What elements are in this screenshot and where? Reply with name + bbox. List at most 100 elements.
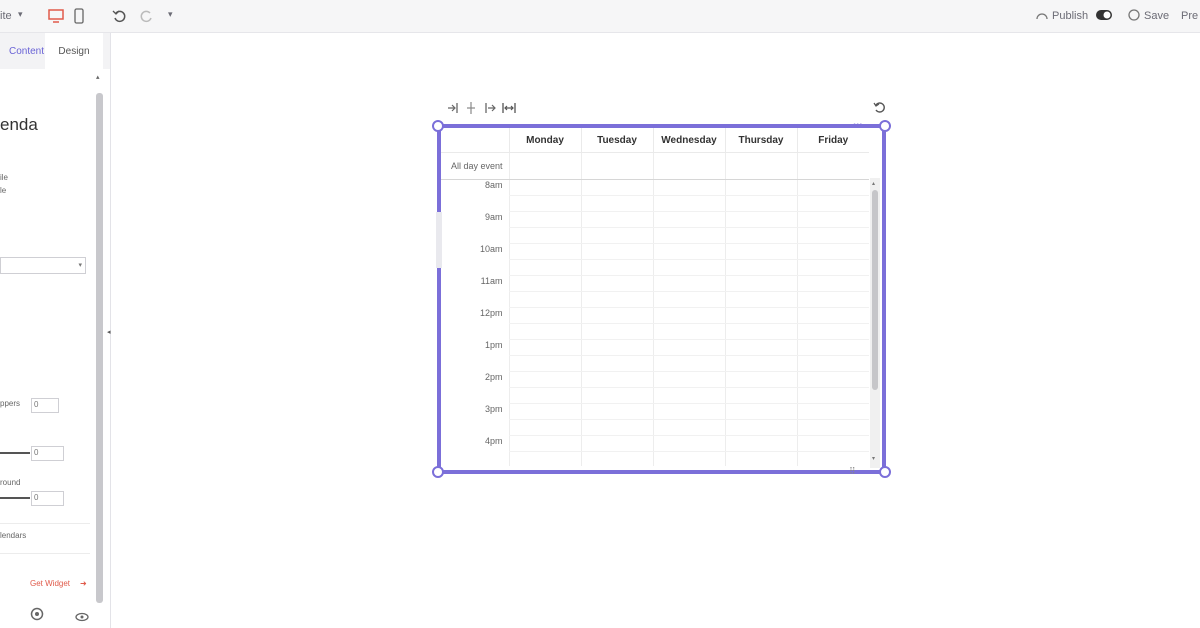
layers-icon[interactable] — [30, 607, 46, 623]
time-slot[interactable] — [580, 195, 653, 212]
eye-icon[interactable] — [75, 609, 91, 622]
time-slot[interactable] — [796, 339, 869, 356]
resize-handle-bottom-right[interactable] — [879, 466, 891, 478]
resize-handle-bottom-left[interactable] — [432, 466, 444, 478]
collapse-panel-handle[interactable]: ◂ — [107, 328, 111, 336]
align-left-icon[interactable] — [447, 101, 459, 113]
site-menu-label[interactable]: ite — [0, 10, 12, 22]
time-slot[interactable] — [796, 419, 869, 436]
time-slot[interactable] — [580, 403, 653, 420]
time-slot[interactable] — [652, 227, 725, 244]
size-slider[interactable] — [0, 452, 30, 454]
pixels-input[interactable]: 0 — [31, 398, 59, 413]
time-slot[interactable] — [796, 451, 869, 466]
time-slot[interactable] — [508, 195, 581, 212]
time-slot[interactable] — [580, 419, 653, 436]
time-slot[interactable] — [508, 243, 581, 260]
time-slot[interactable] — [508, 227, 581, 244]
time-slot[interactable] — [508, 339, 581, 356]
background-input[interactable]: 0 — [31, 491, 64, 506]
time-slot[interactable] — [796, 259, 869, 276]
time-slot[interactable] — [724, 227, 797, 244]
chevron-down-icon[interactable]: ▾ — [18, 9, 23, 20]
all-day-slot[interactable] — [508, 152, 581, 180]
time-slot[interactable] — [580, 451, 653, 466]
time-slot[interactable] — [724, 451, 797, 466]
time-slot[interactable] — [580, 355, 653, 372]
time-slot[interactable] — [724, 323, 797, 340]
preview-button[interactable]: Pre — [1181, 10, 1198, 22]
time-slot[interactable] — [724, 275, 797, 292]
time-slot[interactable] — [652, 179, 725, 196]
time-slot[interactable] — [580, 307, 653, 324]
time-slot[interactable] — [580, 243, 653, 260]
time-slot[interactable] — [724, 371, 797, 388]
time-slot[interactable] — [652, 435, 725, 452]
layout-select[interactable]: ▾ — [0, 257, 86, 274]
time-slot[interactable] — [724, 307, 797, 324]
all-day-slot[interactable] — [580, 152, 653, 180]
time-slot[interactable] — [724, 419, 797, 436]
time-slot[interactable] — [508, 259, 581, 276]
time-slot[interactable] — [580, 371, 653, 388]
time-slot[interactable] — [724, 291, 797, 308]
time-slot[interactable] — [796, 403, 869, 420]
time-slot[interactable] — [580, 435, 653, 452]
time-slot[interactable] — [508, 451, 581, 466]
time-slot[interactable] — [796, 387, 869, 404]
all-day-slot[interactable] — [652, 152, 725, 180]
time-slot[interactable] — [652, 259, 725, 276]
time-slot[interactable] — [796, 355, 869, 372]
time-slot[interactable] — [508, 403, 581, 420]
time-slot[interactable] — [652, 451, 725, 466]
time-slot[interactable] — [796, 243, 869, 260]
time-slot[interactable] — [580, 275, 653, 292]
time-slot[interactable] — [724, 387, 797, 404]
time-slot[interactable] — [508, 291, 581, 308]
time-slot[interactable] — [724, 179, 797, 196]
time-slot[interactable] — [652, 371, 725, 388]
time-slot[interactable] — [580, 259, 653, 276]
time-slot[interactable] — [652, 275, 725, 292]
scroll-up-icon[interactable]: ▴ — [872, 180, 875, 187]
stretch-icon[interactable] — [502, 101, 516, 113]
calendar-scrollbar-thumb[interactable] — [872, 190, 878, 390]
time-slot[interactable] — [796, 435, 869, 452]
time-slot[interactable] — [724, 403, 797, 420]
time-slot[interactable] — [796, 323, 869, 340]
time-slot[interactable] — [508, 371, 581, 388]
toggle-icon[interactable] — [1096, 9, 1112, 21]
get-widget-link[interactable]: Get Widget — [30, 579, 70, 588]
scroll-up-icon[interactable]: ▴ — [96, 73, 100, 81]
time-slot[interactable] — [652, 403, 725, 420]
scroll-down-icon[interactable]: ▾ — [872, 455, 875, 462]
time-slot[interactable] — [652, 243, 725, 260]
background-slider[interactable] — [0, 497, 30, 499]
time-slot[interactable] — [508, 323, 581, 340]
time-slot[interactable] — [508, 419, 581, 436]
time-slot[interactable] — [652, 323, 725, 340]
all-day-slot[interactable] — [724, 152, 797, 180]
time-slot[interactable] — [652, 211, 725, 228]
time-slot[interactable] — [796, 371, 869, 388]
time-slot[interactable] — [508, 435, 581, 452]
time-slot[interactable] — [724, 259, 797, 276]
desktop-view-icon[interactable] — [46, 7, 66, 25]
calendars-section[interactable]: lendars — [0, 531, 26, 540]
time-slot[interactable] — [508, 387, 581, 404]
grip-icon[interactable]: ⠿ — [849, 466, 856, 477]
time-slot[interactable] — [724, 195, 797, 212]
time-slot[interactable] — [796, 211, 869, 228]
time-slot[interactable] — [580, 227, 653, 244]
tab-design[interactable]: Design — [45, 33, 103, 69]
redo-icon[interactable] — [138, 7, 156, 25]
time-slot[interactable] — [508, 307, 581, 324]
time-slot[interactable] — [652, 419, 725, 436]
time-slot[interactable] — [652, 387, 725, 404]
all-day-slot[interactable] — [796, 152, 869, 180]
time-slot[interactable] — [796, 227, 869, 244]
time-slot[interactable] — [652, 339, 725, 356]
save-button[interactable]: Save — [1144, 10, 1169, 22]
time-slot[interactable] — [652, 291, 725, 308]
time-slot[interactable] — [796, 179, 869, 196]
